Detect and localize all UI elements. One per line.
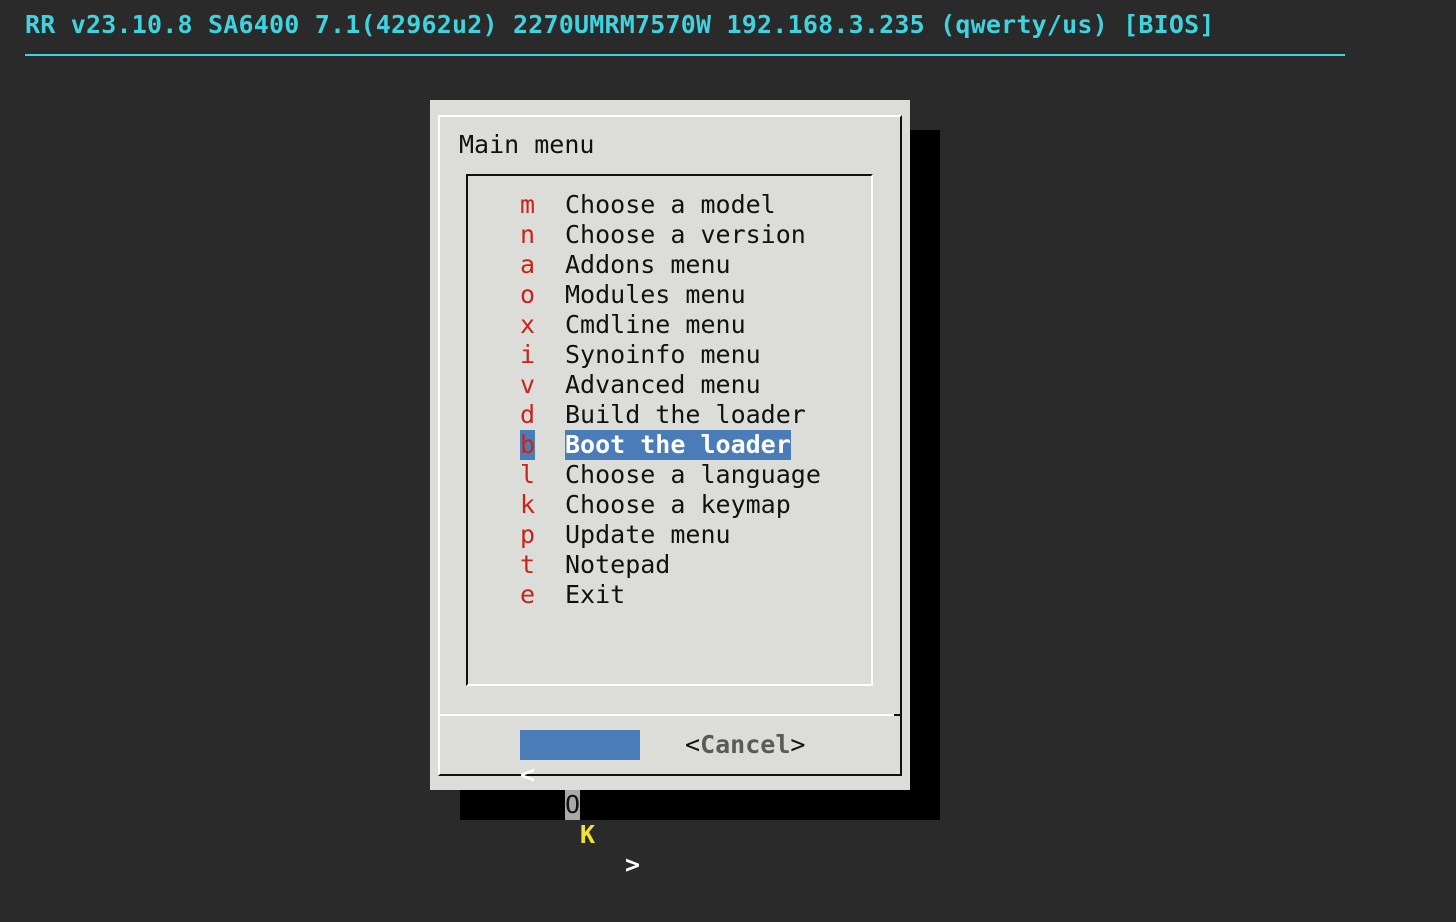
menu-item-hotkey: k xyxy=(520,490,536,519)
menu-item-gap xyxy=(535,190,565,220)
menu-listbox[interactable]: m Choose a model n Choose a version a Addons … xyxy=(466,174,873,686)
separator-tick xyxy=(894,714,902,716)
ok-button-right-bracket: > xyxy=(625,850,641,879)
ok-button-o: O xyxy=(565,790,581,820)
backtitle-underline xyxy=(25,54,1345,56)
main-menu-dialog: Main menu m Choose a model n Choose a versi… xyxy=(430,100,910,879)
menu-item-hotkey: d xyxy=(520,400,536,429)
menu-item-choose-a-model[interactable]: m Choose a model xyxy=(520,190,821,220)
menu-item-addons-menu[interactable]: a Addons menu xyxy=(520,250,821,280)
menu-item-advanced-menu[interactable]: v Advanced menu xyxy=(520,370,821,400)
menu-item-notepad[interactable]: t Notepad xyxy=(520,550,821,580)
menu-item-gap xyxy=(535,250,565,280)
menu-item-label: Synoinfo menu xyxy=(565,340,761,369)
menu-item-choose-a-keymap[interactable]: k Choose a keymap xyxy=(520,490,821,520)
menu-item-label: Choose a keymap xyxy=(565,490,791,519)
menu-item-cmdline-menu[interactable]: x Cmdline menu xyxy=(520,310,821,340)
menu-item-label: Modules menu xyxy=(565,280,746,309)
menu-item-hotkey: o xyxy=(520,280,536,309)
menu-item-label: Notepad xyxy=(565,550,671,579)
menu-item-hotkey: a xyxy=(520,250,536,279)
menu-item-hotkey: v xyxy=(520,370,536,399)
cancel-button-right-bracket: > xyxy=(790,730,806,759)
menu-item-choose-a-version[interactable]: n Choose a version xyxy=(520,220,821,250)
menu-item-gap xyxy=(535,460,565,490)
menu-item-build-the-loader[interactable]: d Build the loader xyxy=(520,400,821,430)
menu-item-hotkey: t xyxy=(520,550,536,579)
menu-item-label: Choose a language xyxy=(565,460,821,489)
cancel-button[interactable]: <Cancel> xyxy=(685,730,805,760)
button-separator xyxy=(438,714,902,716)
menu-item-gap xyxy=(535,370,565,400)
ok-button-k: K xyxy=(580,820,596,849)
menu-item-gap xyxy=(535,400,565,430)
menu-item-gap xyxy=(535,340,565,370)
menu-item-label: Choose a version xyxy=(565,220,806,249)
menu-item-gap xyxy=(535,220,565,250)
terminal-screen: RR v23.10.8 SA6400 7.1(42962u2) 2270UMRM… xyxy=(0,0,1456,922)
menu-item-label: Advanced menu xyxy=(565,370,761,399)
menu-item-label: Boot the loader xyxy=(565,430,791,460)
menu-item-hotkey: x xyxy=(520,310,536,339)
menu-item-label: Update menu xyxy=(565,520,731,549)
menu-item-choose-a-language[interactable]: l Choose a language xyxy=(520,460,821,490)
menu-item-gap xyxy=(535,520,565,550)
menu-item-hotkey: e xyxy=(520,580,536,609)
menu-item-boot-the-loader[interactable]: b Boot the loader xyxy=(520,430,821,460)
menu-item-hotkey: l xyxy=(520,460,536,489)
menu-item-gap xyxy=(535,550,565,580)
button-bar: < O K > <Cancel> xyxy=(520,730,805,879)
cancel-button-left-bracket: < xyxy=(685,730,701,759)
menu-item-gap xyxy=(535,490,565,520)
menu-item-hotkey: m xyxy=(520,190,536,219)
menu-item-label: Addons menu xyxy=(565,250,731,279)
menu-item-gap xyxy=(535,280,565,310)
cancel-button-label: Cancel xyxy=(700,730,791,759)
menu-item-hotkey: i xyxy=(520,340,536,369)
menu-item-label: Exit xyxy=(565,580,626,609)
menu-item-synoinfo-menu[interactable]: i Synoinfo menu xyxy=(520,340,821,370)
ok-button[interactable]: < O K > xyxy=(520,730,640,879)
menu-item-label: Cmdline menu xyxy=(565,310,746,339)
backtitle: RR v23.10.8 SA6400 7.1(42962u2) 2270UMRM… xyxy=(25,10,1215,39)
menu-item-label: Choose a model xyxy=(565,190,776,219)
menu-item-hotkey: n xyxy=(520,220,536,249)
menu-item-update-menu[interactable]: p Update menu xyxy=(520,520,821,550)
menu-list: m Choose a model n Choose a version a Addons … xyxy=(520,190,821,610)
menu-item-gap xyxy=(535,580,565,610)
menu-item-hotkey: b xyxy=(520,430,536,460)
menu-item-exit[interactable]: e Exit xyxy=(520,580,821,610)
ok-button-left-bracket: < xyxy=(520,760,536,789)
menu-item-gap xyxy=(535,310,565,340)
menu-item-gap xyxy=(535,430,565,460)
menu-item-hotkey: p xyxy=(520,520,536,549)
menu-item-label: Build the loader xyxy=(565,400,806,429)
menu-item-modules-menu[interactable]: o Modules menu xyxy=(520,280,821,310)
dialog-title: Main menu xyxy=(459,130,595,159)
